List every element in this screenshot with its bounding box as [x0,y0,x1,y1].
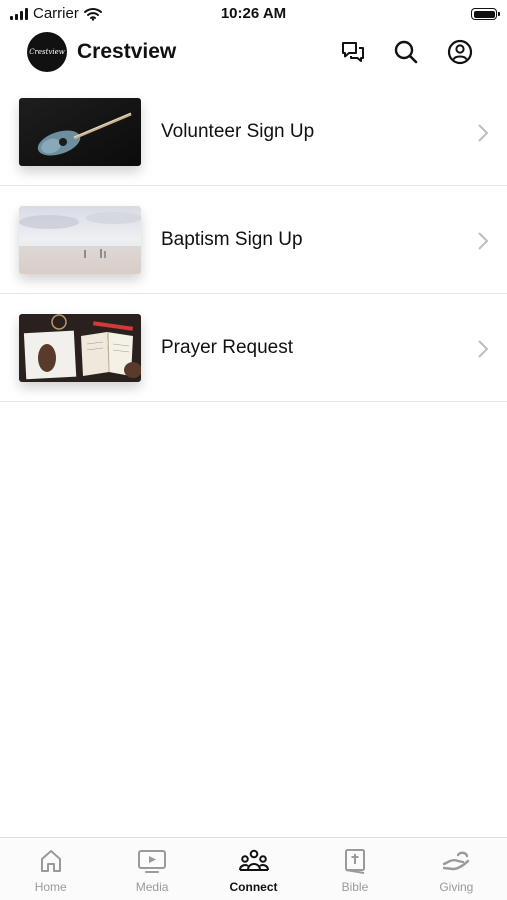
list-item-prayer[interactable]: Prayer Request [0,294,507,402]
chevron-right-icon [478,124,489,142]
tab-label: Giving [439,880,474,894]
battery-icon [471,8,500,20]
chat-icon[interactable] [339,38,367,66]
home-icon [38,848,64,874]
baptism-thumbnail [19,206,141,274]
tab-bar: Home Media Connect Bible Giving [0,837,507,900]
app-header: Crestview Crestview [0,30,507,76]
status-bar: Carrier 10:26 AM [0,0,507,28]
list-item-baptism[interactable]: Baptism Sign Up [0,186,507,294]
app-logo[interactable]: Crestview [27,32,67,72]
tab-label: Media [135,880,169,894]
bible-icon [343,848,367,874]
tab-bible[interactable]: Bible [304,838,405,900]
connect-list: Volunteer Sign Up Baptism Sign Up Prayer… [0,78,507,402]
tab-label: Bible [341,880,369,894]
chevron-right-icon [478,340,489,358]
search-icon[interactable] [392,38,420,66]
list-item-volunteer[interactable]: Volunteer Sign Up [0,78,507,186]
chevron-right-icon [478,232,489,250]
giving-icon [441,848,471,874]
volunteer-thumbnail [19,98,141,166]
tab-media[interactable]: Media [101,838,202,900]
logo-text: Crestview [29,48,65,56]
prayer-thumbnail [19,314,141,382]
tab-home[interactable]: Home [0,838,101,900]
item-label: Baptism Sign Up [161,229,303,250]
connect-icon [238,848,270,874]
tab-label: Home [34,880,67,894]
tab-giving[interactable]: Giving [406,838,507,900]
item-label: Volunteer Sign Up [161,121,315,142]
item-label: Prayer Request [161,337,294,358]
profile-icon[interactable] [446,38,474,66]
tab-connect[interactable]: Connect [203,838,304,900]
media-icon [137,848,167,874]
status-time: 10:26 AM [220,5,287,22]
tab-label: Connect [229,880,278,894]
app-title: Crestview [77,40,177,63]
